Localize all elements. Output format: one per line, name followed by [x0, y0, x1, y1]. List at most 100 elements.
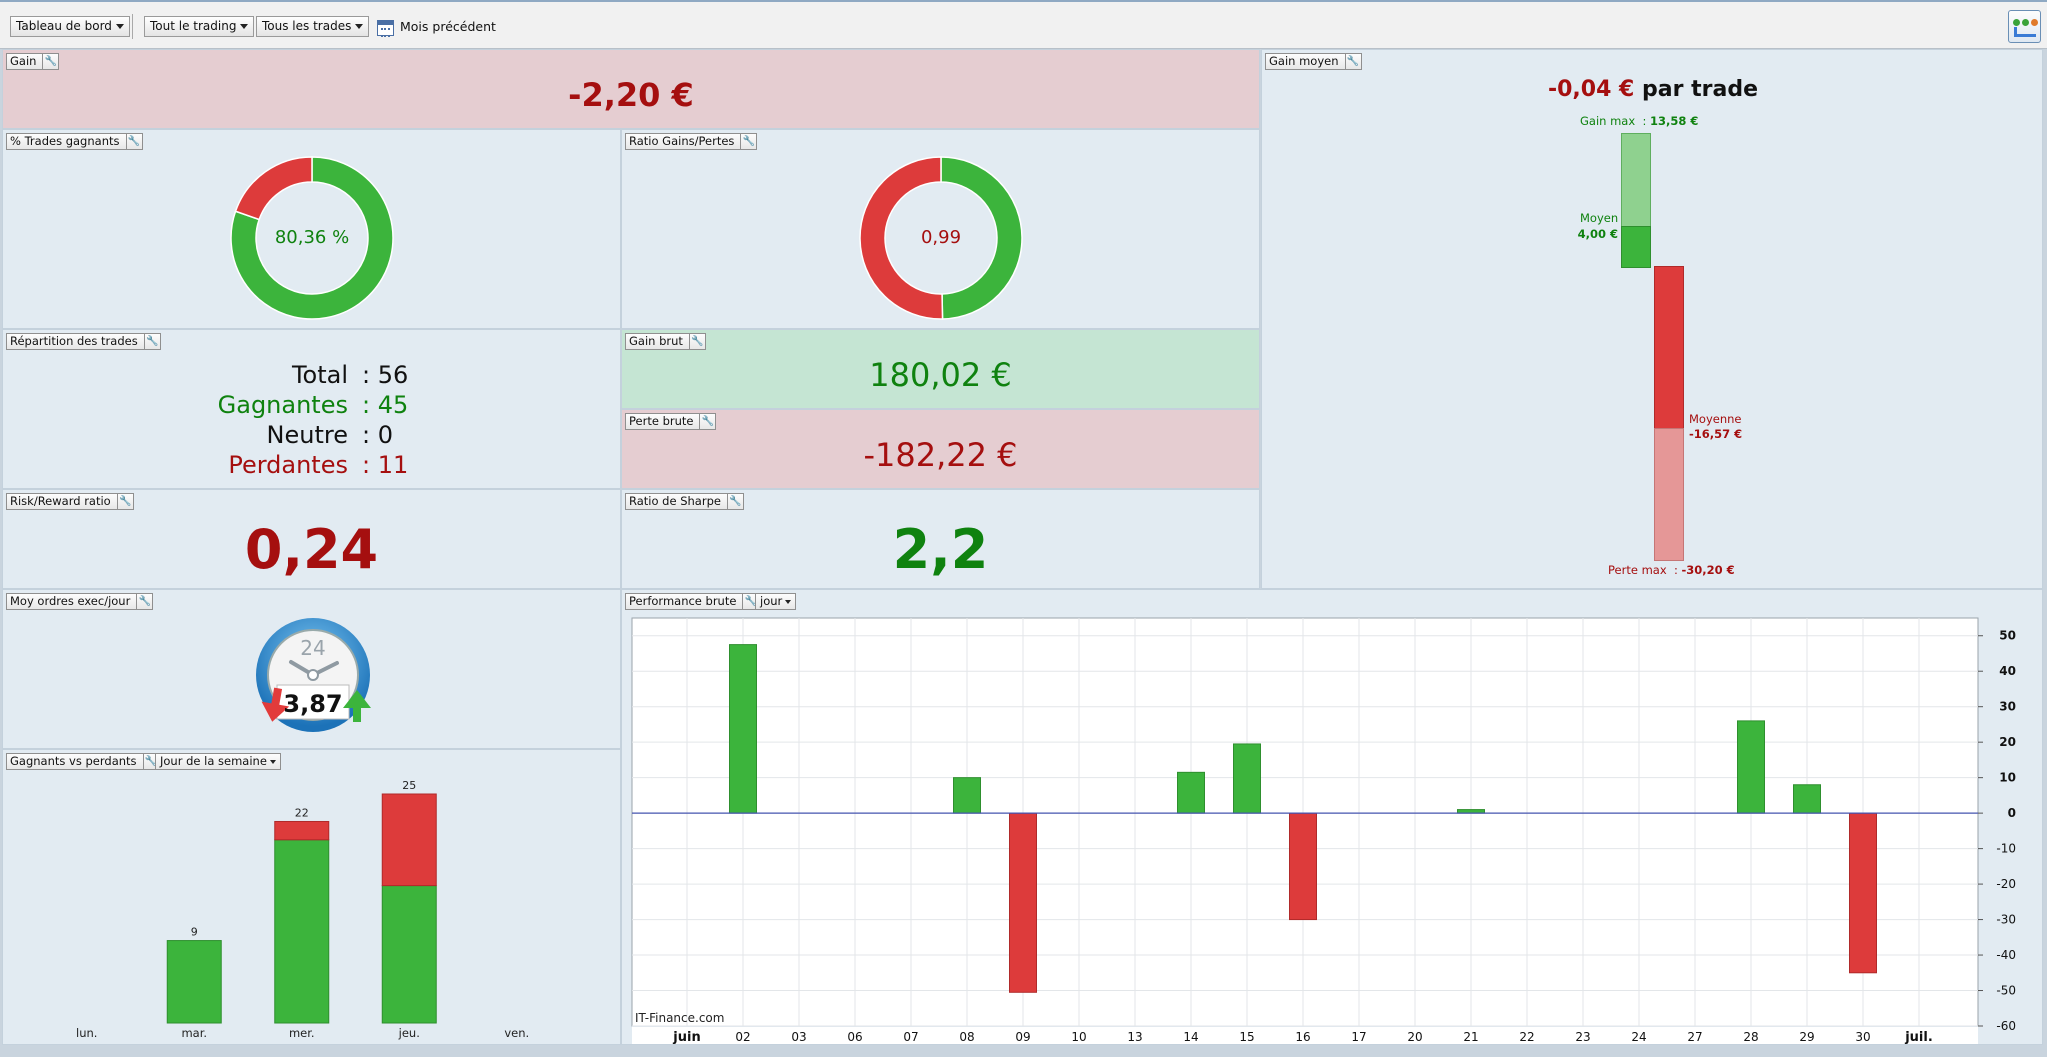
gain-title-label: Gain: [10, 54, 37, 68]
loss-bar: [1849, 812, 1877, 974]
x-tick-label: 13: [1127, 1030, 1142, 1044]
weekday-tick-label: jeu.: [398, 1026, 420, 1040]
x-tick-label: juin: [672, 1030, 700, 1044]
avg-loss-amount: -16,57 €: [1689, 427, 1743, 441]
y-tick-label: 20: [1999, 735, 2016, 749]
orders-panel-title[interactable]: Moy ordres exec/jour 🔧: [6, 593, 154, 610]
avg-gain-headline: -0,04 € par trade: [1262, 77, 2044, 102]
rep-winning-label: Gagnantes: [217, 391, 348, 419]
wrench-icon[interactable]: 🔧: [125, 134, 142, 149]
risk-reward-value: 0,24: [244, 518, 379, 581]
rep-total-value: : 56: [362, 361, 409, 389]
ratio-gp-title-label: Ratio Gains/Pertes: [629, 134, 735, 148]
trading-app-icon[interactable]: [2008, 10, 2041, 43]
gross-loss-value: -182,22 €: [863, 436, 1018, 474]
x-tick-label: juil.: [1904, 1030, 1933, 1044]
x-tick-label: 14: [1183, 1030, 1198, 1044]
risk-reward-panel-title[interactable]: Risk/Reward ratio 🔧: [6, 493, 134, 510]
x-tick-label: 02: [735, 1030, 750, 1044]
rep-losing-label: Perdantes: [228, 451, 348, 479]
x-tick-label: 23: [1575, 1030, 1590, 1044]
pct-winning-panel: % Trades gagnants 🔧 80,36 %: [2, 129, 621, 329]
gain-bar: [1177, 771, 1205, 814]
rep-total-label: Total: [291, 361, 348, 389]
gain-panel: Gain 🔧 -2,20 €: [2, 49, 1260, 129]
x-tick-label: 28: [1743, 1030, 1758, 1044]
y-tick-label: 40: [1999, 664, 2016, 678]
risk-reward-panel: Risk/Reward ratio 🔧 0,24: [2, 489, 621, 589]
watermark-label: IT-Finance.com: [635, 1011, 724, 1025]
wrench-icon[interactable]: 🔧: [116, 494, 133, 509]
repartition-panel-title[interactable]: Répartition des trades 🔧: [6, 333, 161, 350]
y-tick-label: -40: [1996, 948, 2016, 962]
bar-total-label: 9: [191, 926, 198, 939]
x-tick-label: 09: [1015, 1030, 1030, 1044]
rep-losing-value: : 11: [362, 451, 409, 479]
loss-max-sep: :: [1673, 563, 1678, 577]
sharpe-panel: Ratio de Sharpe 🔧 2,2: [621, 489, 1260, 589]
gross-gain-value: 180,02 €: [869, 356, 1012, 394]
gross-loss-panel-title[interactable]: Perte brute 🔧: [625, 413, 717, 430]
toolbar-separator: [132, 14, 133, 39]
rep-winning-value: : 45: [362, 391, 409, 419]
risk-reward-title-label: Risk/Reward ratio: [10, 494, 111, 508]
period-selector[interactable]: Mois précédent: [377, 17, 496, 37]
dashboard-dropdown-label: Tableau de bord: [16, 19, 112, 33]
avg-gain-bar: [1621, 226, 1651, 268]
y-tick-label: -30: [1996, 913, 2016, 927]
pct-winning-panel-title[interactable]: % Trades gagnants 🔧: [6, 133, 143, 150]
gain-panel-title[interactable]: Gain 🔧: [6, 53, 60, 70]
x-tick-label: 24: [1631, 1030, 1646, 1044]
avg-gain-title-label: Gain moyen: [1269, 54, 1339, 68]
calendar-icon: [377, 19, 394, 37]
y-tick-label: -20: [1996, 877, 2016, 891]
wrench-icon[interactable]: 🔧: [740, 134, 756, 149]
wrench-icon[interactable]: 🔧: [726, 494, 743, 509]
dashboard-dropdown[interactable]: Tableau de bord: [10, 16, 130, 37]
gain-max-text: Gain max : 13,58 €: [1580, 114, 1698, 128]
wrench-icon[interactable]: 🔧: [1344, 54, 1361, 69]
losers-bar: [381, 793, 437, 887]
y-tick-label: 30: [1999, 700, 2016, 714]
y-tick-label: -10: [1996, 842, 2016, 856]
x-tick-label: 20: [1407, 1030, 1422, 1044]
performance-panel: Performance brute 🔧 jour 50 40 30 20 10 0 -10 -2…: [621, 589, 2043, 1045]
x-tick-label: 30: [1855, 1030, 1870, 1044]
sharpe-value: 2,2: [892, 518, 989, 581]
gross-gain-panel-title[interactable]: Gain brut 🔧: [625, 333, 706, 350]
x-tick-label: 08: [959, 1030, 974, 1044]
loss-max-value: -30,20 €: [1681, 563, 1735, 577]
wrench-icon[interactable]: 🔧: [699, 414, 715, 429]
x-tick-label: 27: [1687, 1030, 1702, 1044]
wrench-icon[interactable]: 🔧: [42, 54, 58, 69]
ratio-gp-panel-title[interactable]: Ratio Gains/Pertes 🔧: [625, 133, 758, 150]
trades-dropdown-label: Tous les trades: [262, 19, 352, 33]
x-tick-label: 17: [1351, 1030, 1366, 1044]
ratio-gp-panel: Ratio Gains/Pertes 🔧 0,99: [621, 129, 1260, 329]
avg-gain-panel-title[interactable]: Gain moyen 🔧: [1265, 53, 1362, 70]
wrench-icon[interactable]: 🔧: [136, 594, 152, 609]
wrench-icon[interactable]: 🔧: [688, 334, 705, 349]
gross-loss-title-label: Perte brute: [629, 414, 694, 428]
x-tick-label: 07: [903, 1030, 918, 1044]
y-tick-label: 10: [1999, 771, 2016, 785]
sharpe-title-label: Ratio de Sharpe: [629, 494, 721, 508]
weekday-tick-label: mer.: [289, 1026, 315, 1040]
trades-dropdown[interactable]: Tous les trades: [256, 16, 370, 37]
sharpe-panel-title[interactable]: Ratio de Sharpe 🔧: [625, 493, 744, 510]
repartition-title-label: Répartition des trades: [10, 334, 138, 348]
winners-bar: [274, 839, 330, 1024]
gross-loss-panel: Perte brute 🔧 -182,22 €: [621, 409, 1260, 489]
orders-gauge: 24 3,87: [256, 618, 371, 732]
y-tick-label: -50: [1996, 984, 2016, 998]
loss-bar: [1009, 812, 1037, 993]
performance-chart: 50 40 30 20 10 0 -10 -20 -30 -40 -50 -60 juin 02 03 06 0…: [631, 617, 2016, 1044]
rep-row-neutral: Neutre: 0: [3, 420, 623, 450]
bar-total-label: 22: [295, 806, 309, 819]
wrench-icon[interactable]: 🔧: [143, 334, 160, 349]
trading-dropdown[interactable]: Tout le trading: [144, 16, 255, 37]
avg-gain-panel: Gain moyen 🔧 -0,04 € par trade Gain max :…: [1261, 49, 2043, 589]
losers-bar: [274, 820, 330, 841]
avg-loss-bar: [1654, 266, 1684, 429]
rep-neutral-label: Neutre: [266, 421, 348, 449]
